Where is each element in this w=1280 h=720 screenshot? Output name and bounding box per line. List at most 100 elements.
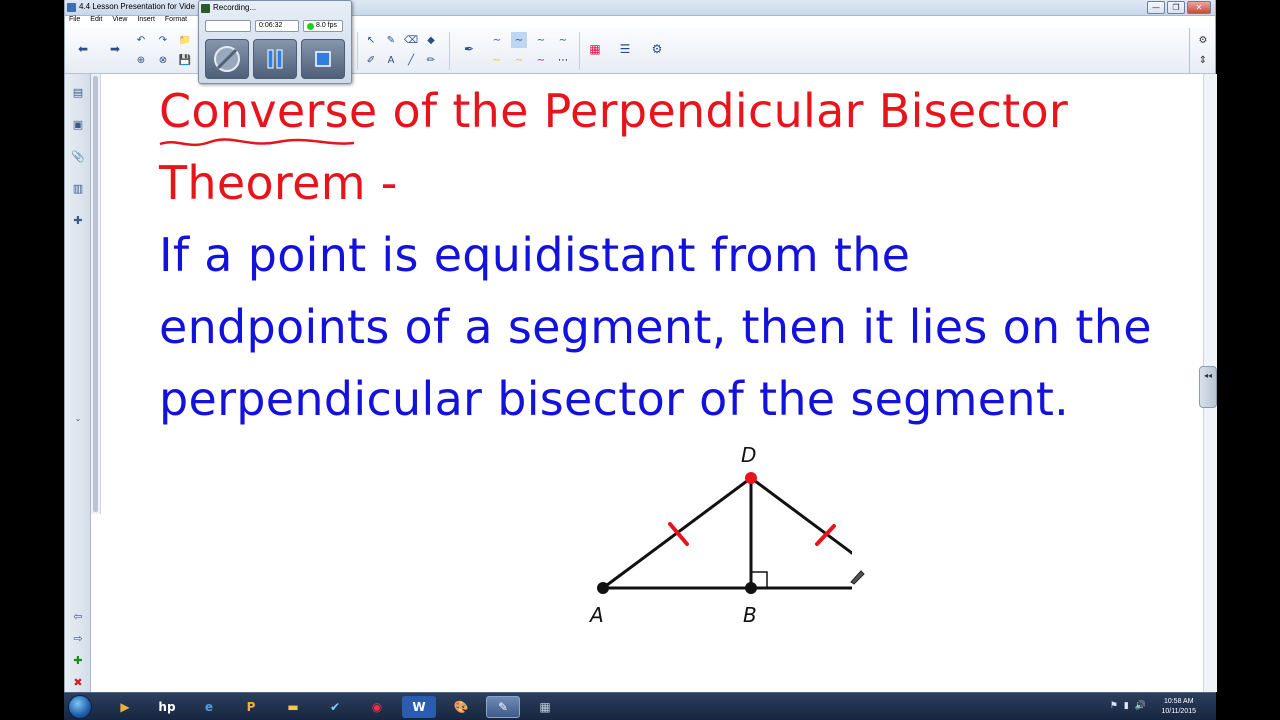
attachments-icon[interactable]: 📎 xyxy=(69,146,87,166)
body-line-1: If a point is equidistant from the xyxy=(159,228,911,282)
properties-icon[interactable]: ⚙ xyxy=(647,40,667,58)
panel-collapse-handle[interactable]: ◂◂ xyxy=(1199,366,1217,408)
highlighter-magenta-icon[interactable]: ∼ xyxy=(533,52,549,68)
menu-view[interactable]: View xyxy=(112,16,127,28)
creative-pen-icon[interactable]: ✐ xyxy=(363,52,379,68)
point-D xyxy=(745,472,757,484)
fps-value: 8.0 fps xyxy=(316,22,338,29)
pen-dashed-icon[interactable]: ⋯ xyxy=(555,52,571,68)
triangle-diagram: A B C D xyxy=(588,443,852,627)
text-tool-icon[interactable]: A xyxy=(383,52,399,68)
pen-style-3-icon[interactable]: ∼ xyxy=(533,32,549,48)
color-palette-icon[interactable]: ▦ xyxy=(585,40,605,58)
system-tray: ⚑ ▮ 🔊 xyxy=(1110,701,1146,711)
tray-volume-icon[interactable]: 🔊 xyxy=(1135,701,1146,711)
properties-tab-icon[interactable]: ▥ xyxy=(69,178,87,198)
hp-app-icon[interactable]: hp xyxy=(150,696,184,718)
stop-icon xyxy=(315,51,331,67)
eraser-icon[interactable]: ⌫ xyxy=(403,32,419,48)
delete-page-side-icon[interactable]: ✖ xyxy=(69,672,87,692)
pen-cursor-icon xyxy=(850,570,865,585)
pen-style-4-icon[interactable]: ∼ xyxy=(555,32,571,48)
save-icon[interactable]: 💾 xyxy=(177,52,193,68)
delete-page-icon[interactable]: ⊗ xyxy=(155,52,171,68)
prev-page-icon[interactable]: ⇦ xyxy=(69,606,87,626)
pen-tool-icon[interactable]: ✎ xyxy=(383,32,399,48)
add-page-side-icon[interactable]: ✚ xyxy=(69,650,87,670)
minimize-button[interactable]: — xyxy=(1147,1,1165,14)
line-style-icon[interactable]: ☰ xyxy=(615,40,635,58)
select-pointer-icon[interactable]: ↖ xyxy=(363,32,379,48)
status-green-dot xyxy=(307,22,314,30)
heading-line-1: Converse of the Perpendicular Bisector xyxy=(159,84,1068,138)
taskbar: ▶ hp e P ▬ ✔ ◉ W 🎨 ✎ ▦ ⚑ ▮ 🔊 10:58 AM 10… xyxy=(64,692,1216,720)
app-icon xyxy=(67,3,76,12)
label-B: B xyxy=(743,603,757,627)
restore-button[interactable]: ❐ xyxy=(1167,1,1185,14)
heading-rest: of the Perpendicular Bisector xyxy=(377,84,1069,138)
paint-icon[interactable]: 🎨 xyxy=(444,696,478,718)
start-button[interactable] xyxy=(68,695,92,719)
word-icon[interactable]: W xyxy=(402,696,436,718)
undo-icon[interactable]: ↶ xyxy=(133,32,149,48)
page-sorter-icon[interactable]: ▤ xyxy=(69,82,87,102)
back-arrow-icon[interactable]: ⬅ xyxy=(73,40,93,58)
task-checkmark-icon[interactable]: ✔ xyxy=(318,696,352,718)
webcam-toggle-button[interactable] xyxy=(205,39,249,79)
smart-notebook-icon[interactable]: ✎ xyxy=(486,696,520,718)
highlighter-yellow-icon[interactable]: ∼ xyxy=(489,52,505,68)
pause-button[interactable] xyxy=(253,39,297,79)
pen-icon[interactable]: ✒ xyxy=(459,40,479,58)
media-player-icon[interactable]: ▶ xyxy=(108,696,142,718)
clock-date: 10/11/2015 xyxy=(1161,708,1196,715)
chrome-icon[interactable]: ◉ xyxy=(360,696,394,718)
menu-file[interactable]: File xyxy=(69,16,80,28)
tray-flag-icon[interactable]: ⚑ xyxy=(1110,701,1118,711)
menu-format[interactable]: Format xyxy=(165,16,187,28)
settings-gear-icon[interactable]: ⚙ xyxy=(1195,32,1211,48)
highlighter-yellow-2-icon[interactable]: ∼ xyxy=(511,52,527,68)
redo-icon[interactable]: ↷ xyxy=(155,32,171,48)
powerpoint-icon[interactable]: P xyxy=(234,696,268,718)
recorder-title: Recording... xyxy=(213,3,257,12)
collapse-chevron-icon[interactable]: ⌄ xyxy=(69,408,87,428)
notebook-window: 4.4 Lesson Presentation for Vide — ❐ ✕ F… xyxy=(64,0,1217,692)
next-page-icon[interactable]: ⇨ xyxy=(69,628,87,648)
recording-widget: Recording... 0:06:32 8.0 fps xyxy=(198,0,352,84)
magic-pen-icon[interactable]: ✏ xyxy=(423,52,439,68)
forward-arrow-icon[interactable]: ➡ xyxy=(105,40,125,58)
body-line-3: perpendicular bisector of the segment. xyxy=(159,372,1070,426)
body-line-2: endpoints of a segment, then it lies on … xyxy=(159,300,1152,354)
gallery-icon[interactable]: ▣ xyxy=(69,114,87,134)
close-button[interactable]: ✕ xyxy=(1187,1,1211,14)
line-tool-icon[interactable]: ╱ xyxy=(403,52,419,68)
pen-style-2-icon[interactable]: ∼ xyxy=(511,32,527,48)
add-page-icon[interactable]: ⊕ xyxy=(133,52,149,68)
menu-insert[interactable]: Insert xyxy=(137,16,155,28)
taskbar-clock[interactable]: 10:58 AM 10/11/2015 xyxy=(1161,697,1196,717)
side-scrollbar[interactable] xyxy=(91,74,101,514)
elapsed-time: 0:06:32 xyxy=(255,20,299,32)
recorder-app-icon[interactable]: ▦ xyxy=(528,696,562,718)
whiteboard-page[interactable]: Converse of the Perpendicular Bisector T… xyxy=(102,74,1202,692)
menu-edit[interactable]: Edit xyxy=(90,16,102,28)
shape-fill-icon[interactable]: ◆ xyxy=(423,32,439,48)
side-tabs: ▤ ▣ 📎 ▥ ✚ ⌄ ⇦ ⇨ ✚ ✖ xyxy=(65,74,91,692)
window-title: 4.4 Lesson Presentation for Vide xyxy=(79,2,195,11)
clock-time: 10:58 AM xyxy=(1163,698,1194,705)
webcam-icon xyxy=(214,46,240,72)
pause-icon xyxy=(267,49,283,69)
point-B xyxy=(745,582,757,594)
label-A: A xyxy=(588,603,604,627)
internet-explorer-icon[interactable]: e xyxy=(192,696,226,718)
pen-style-1-icon[interactable]: ∼ xyxy=(489,32,505,48)
file-explorer-icon[interactable]: ▬ xyxy=(276,696,310,718)
tray-network-icon[interactable]: ▮ xyxy=(1124,701,1129,711)
fps-indicator: 8.0 fps xyxy=(303,20,343,32)
toolbar-position-icon[interactable]: ⇕ xyxy=(1195,52,1211,68)
stop-button[interactable] xyxy=(301,39,345,79)
open-folder-icon[interactable]: 📁 xyxy=(177,32,193,48)
heading-line-2: Theorem - xyxy=(159,156,398,210)
addons-icon[interactable]: ✚ xyxy=(69,210,87,230)
recorder-icon xyxy=(201,4,210,13)
